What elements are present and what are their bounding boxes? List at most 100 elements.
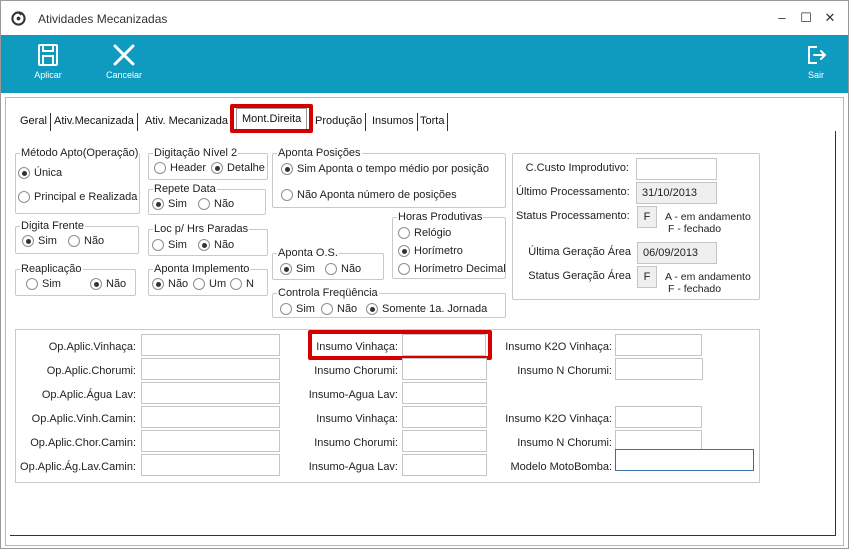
- tab-geral[interactable]: Geral: [17, 113, 51, 131]
- tab-ativ-mecanizada-2[interactable]: Ativ. Mecanizada: [142, 113, 232, 131]
- radio-posicoes-sim[interactable]: Sim Aponta o tempo médio por posição: [281, 163, 489, 175]
- radio-label: Não: [214, 198, 235, 210]
- radio-repete-nao[interactable]: Não: [198, 198, 234, 210]
- exit-button[interactable]: Sair: [801, 35, 831, 93]
- radio-label: Sim: [42, 278, 61, 290]
- op-aplic-ag-lav-camin-label: Op.Aplic.Ág.Lav.Camin:: [20, 461, 136, 473]
- radio-os-sim[interactable]: Sim: [280, 263, 315, 275]
- op-aplic-ag-lav-camin-field[interactable]: [141, 454, 280, 476]
- op-aplic-vinh-camin-field[interactable]: [141, 406, 280, 428]
- radio-loc-sim[interactable]: Sim: [152, 239, 187, 251]
- radio-button: [198, 198, 210, 210]
- radio-button: [325, 263, 337, 275]
- group-title: Digitação Nível 2: [153, 147, 239, 159]
- radio-label: Sim: [296, 263, 315, 275]
- op-aplic-chorumi-field[interactable]: [141, 358, 280, 380]
- radio-horas-relogio[interactable]: Relógio: [398, 227, 451, 239]
- cancel-button[interactable]: Cancelar: [99, 35, 149, 93]
- save-icon: [38, 44, 58, 66]
- radio-label: N: [246, 278, 254, 290]
- op-aplic-vinhaca-field[interactable]: [141, 334, 280, 356]
- tab-producao[interactable]: Produção: [312, 113, 367, 131]
- tab-insumos[interactable]: Insumos: [369, 113, 418, 131]
- exit-icon: [808, 46, 827, 64]
- op-aplic-vinh-camin-label: Op.Aplic.Vinh.Camin:: [31, 413, 136, 425]
- insumo-n-chorumi-camin-label: Insumo N Chorumi:: [517, 437, 612, 449]
- ultima-geracao-field: 06/09/2013: [637, 242, 717, 264]
- group-title: Aponta Posições: [277, 147, 362, 159]
- radio-button-selected: [281, 163, 293, 175]
- tab-ativ-mecanizada-1[interactable]: Ativ.Mecanizada: [51, 113, 138, 131]
- toolbar: Aplicar Cancelar Sair: [1, 35, 848, 93]
- radio-os-nao[interactable]: Não: [325, 263, 361, 275]
- radio-repete-sim[interactable]: Sim: [152, 198, 187, 210]
- radio-digitacao-header[interactable]: Header: [154, 162, 206, 174]
- radio-label: Horímetro Decimal: [414, 263, 505, 275]
- radio-horas-decimal[interactable]: Horímetro Decimal: [398, 263, 505, 275]
- insumo-agua-lav-camin-field[interactable]: [402, 454, 487, 476]
- status-processamento-note-f: F - fechado: [668, 223, 722, 235]
- radio-button: [398, 227, 410, 239]
- insumo-k2o-vinhaca-camin-field[interactable]: [615, 406, 702, 428]
- radio-metodo-principal[interactable]: Principal e Realizada: [18, 191, 137, 203]
- op-aplic-agua-lav-field[interactable]: [141, 382, 280, 404]
- ccusto-field[interactable]: [636, 158, 717, 180]
- op-aplic-chor-camin-label: Op.Aplic.Chor.Camin:: [30, 437, 136, 449]
- insumo-chorumi-field[interactable]: [402, 358, 487, 380]
- radio-horas-horimetro[interactable]: Horímetro: [398, 245, 463, 257]
- radio-label: Não: [341, 263, 362, 275]
- insumo-agua-lav-field[interactable]: [402, 382, 487, 404]
- insumo-n-chorumi-field[interactable]: [615, 358, 703, 380]
- ultima-geracao-label: Última Geração Área: [528, 246, 631, 258]
- radio-frequencia-sim[interactable]: Sim: [280, 303, 315, 315]
- radio-implemento-n[interactable]: N: [230, 278, 254, 290]
- cancel-x-icon: [113, 44, 135, 66]
- radio-label: Sim Aponta o tempo médio por posição: [297, 163, 490, 175]
- group-metodo-apto: Método Apto(Operação): [15, 147, 140, 214]
- radio-frente-sim[interactable]: Sim: [22, 235, 57, 247]
- modelo-motobomba-field[interactable]: [615, 449, 754, 471]
- radio-button: [321, 303, 333, 315]
- radio-loc-nao[interactable]: Não: [198, 239, 234, 251]
- group-title: Controla Freqüência: [277, 287, 379, 299]
- op-aplic-chor-camin-field[interactable]: [141, 430, 280, 452]
- status-geracao-field: F: [637, 266, 657, 288]
- radio-frente-nao[interactable]: Não: [68, 235, 104, 247]
- radio-reaplicacao-nao[interactable]: Não: [90, 278, 126, 290]
- radio-button: [26, 278, 38, 290]
- highlight-tab-box: [230, 104, 313, 133]
- radio-implemento-um[interactable]: Um: [193, 278, 226, 290]
- radio-digitacao-detalhe[interactable]: Detalhe: [211, 162, 265, 174]
- radio-label: Detalhe: [227, 162, 265, 174]
- group-title: Horas Produtivas: [397, 211, 484, 223]
- close-button[interactable]: ✕: [819, 7, 841, 29]
- radio-label: Não: [337, 303, 358, 315]
- tab-torta[interactable]: Torta: [417, 113, 449, 131]
- apply-button[interactable]: Aplicar: [25, 35, 71, 93]
- radio-implemento-nao[interactable]: Não: [152, 278, 188, 290]
- op-aplic-vinhaca-label: Op.Aplic.Vinhaça:: [48, 341, 136, 353]
- insumo-k2o-vinhaca-field[interactable]: [615, 334, 702, 356]
- modelo-motobomba-label: Modelo MotoBomba:: [510, 461, 613, 473]
- minimize-button[interactable]: –: [771, 7, 793, 29]
- radio-reaplicacao-sim[interactable]: Sim: [26, 278, 61, 290]
- maximize-button[interactable]: ☐: [795, 7, 817, 29]
- insumo-agua-lav-camin-label: Insumo-Agua Lav:: [308, 461, 398, 473]
- radio-metodo-unica[interactable]: Única: [18, 167, 62, 179]
- insumo-vinhaca-camin-field[interactable]: [402, 406, 487, 428]
- group-title: Método Apto(Operação): [20, 147, 140, 159]
- radio-frequencia-nao[interactable]: Não: [321, 303, 357, 315]
- radio-posicoes-nao[interactable]: Não Aponta número de posições: [281, 189, 457, 201]
- ccusto-label: C.Custo Improdutivo:: [525, 162, 629, 174]
- window-title: Atividades Mecanizadas: [38, 12, 168, 26]
- insumo-k2o-vinhaca-label: Insumo K2O Vinhaça:: [505, 341, 612, 353]
- insumo-vinhaca-camin-label: Insumo Vinhaça:: [316, 413, 398, 425]
- radio-button: [230, 278, 242, 290]
- radio-button-selected: [398, 245, 410, 257]
- group-title: Reaplicação: [20, 263, 83, 275]
- insumo-chorumi-label: Insumo Chorumi:: [314, 365, 398, 377]
- radio-frequencia-somente[interactable]: Somente 1a. Jornada: [366, 303, 487, 315]
- radio-label: Sim: [168, 198, 187, 210]
- insumo-n-chorumi-label: Insumo N Chorumi:: [517, 365, 612, 377]
- insumo-chorumi-camin-field[interactable]: [402, 430, 487, 452]
